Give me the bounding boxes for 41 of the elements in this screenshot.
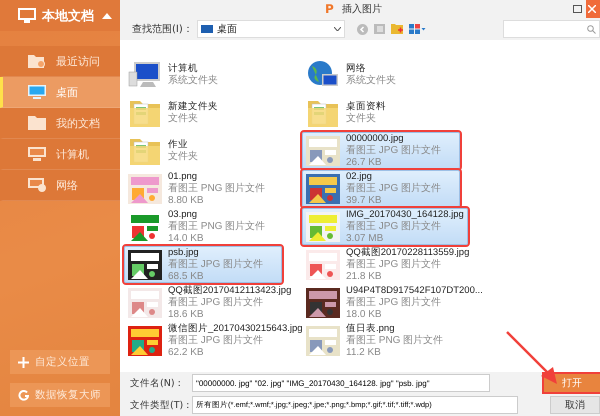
- file-item[interactable]: 03.png 看图王 PNG 图片文件 14.0 KB: [124, 208, 282, 245]
- computer-icon: [128, 60, 162, 90]
- file-item[interactable]: IMG_20170430_164128.jpg 看图王 JPG 图片文件 3.07 MB: [302, 208, 468, 245]
- file-item[interactable]: 02.jpg 看图王 JPG 图片文件 39.7 KB: [302, 170, 460, 207]
- file-item[interactable]: U94P4T8D917542F107DT200... 看图王 JPG 图片文件 18.0 KB: [302, 284, 487, 321]
- file-name-label: 文件名(N)：: [130, 376, 186, 390]
- collapse-icon[interactable]: [102, 12, 112, 18]
- monitor-icon: [18, 8, 36, 24]
- file-item[interactable]: 作业 文件夹: [124, 132, 282, 169]
- monitor-icon: [28, 85, 46, 99]
- close-button[interactable]: [586, 0, 600, 18]
- file-item[interactable]: 01.png 看图王 PNG 图片文件 8.80 KB: [124, 170, 282, 207]
- look-in-label: 查找范围(I)：: [132, 22, 193, 36]
- look-in-dropdown[interactable]: 桌面: [196, 20, 345, 38]
- desktop-icon: [200, 25, 213, 33]
- file-item[interactable]: 新建文件夹 文件夹: [124, 94, 282, 131]
- search-field[interactable]: [503, 20, 600, 38]
- file-item[interactable]: 00000000.jpg 看图王 JPG 图片文件 26.7 KB: [302, 132, 460, 169]
- search-icon: [587, 24, 596, 34]
- back-icon[interactable]: [356, 24, 368, 34]
- file-name-field[interactable]: "00000000. jpg" "02. jpg" "IMG_20170430_164128. jpg" "psb. jpg": [192, 374, 490, 392]
- sidebar-title: 本地文档: [42, 8, 95, 24]
- file-type-label: 文件类型(T)：: [130, 398, 186, 412]
- maximize-icon: [572, 5, 582, 13]
- computer-icon: [28, 147, 46, 161]
- folder-icon: [28, 116, 46, 130]
- close-icon: [588, 5, 596, 13]
- plus-icon: [18, 356, 29, 368]
- file-item[interactable]: psb.jpg 看图王 JPG 图片文件 68.5 KB: [124, 246, 282, 283]
- file-item[interactable]: QQ截图20170412113423.jpg 看图王 JPG 图片文件 18.6 KB: [124, 284, 296, 321]
- new-folder-icon[interactable]: [390, 24, 403, 34]
- network-computer-icon: [28, 178, 46, 192]
- cancel-button[interactable]: 取消: [550, 396, 600, 414]
- file-item[interactable]: 网络 系统文件夹: [302, 56, 460, 93]
- file-item[interactable]: QQ截图20170228113559.jpg 看图王 JPG 图片文件 21.8 KB: [302, 246, 474, 283]
- file-item[interactable]: 桌面资料 文件夹: [302, 94, 460, 131]
- view-menu-icon[interactable]: [408, 24, 426, 34]
- refresh-icon: [18, 390, 29, 400]
- window-title: 插入图片: [342, 2, 382, 16]
- file-item[interactable]: 计算机 系统文件夹: [124, 56, 282, 93]
- app-logo: P: [325, 2, 334, 16]
